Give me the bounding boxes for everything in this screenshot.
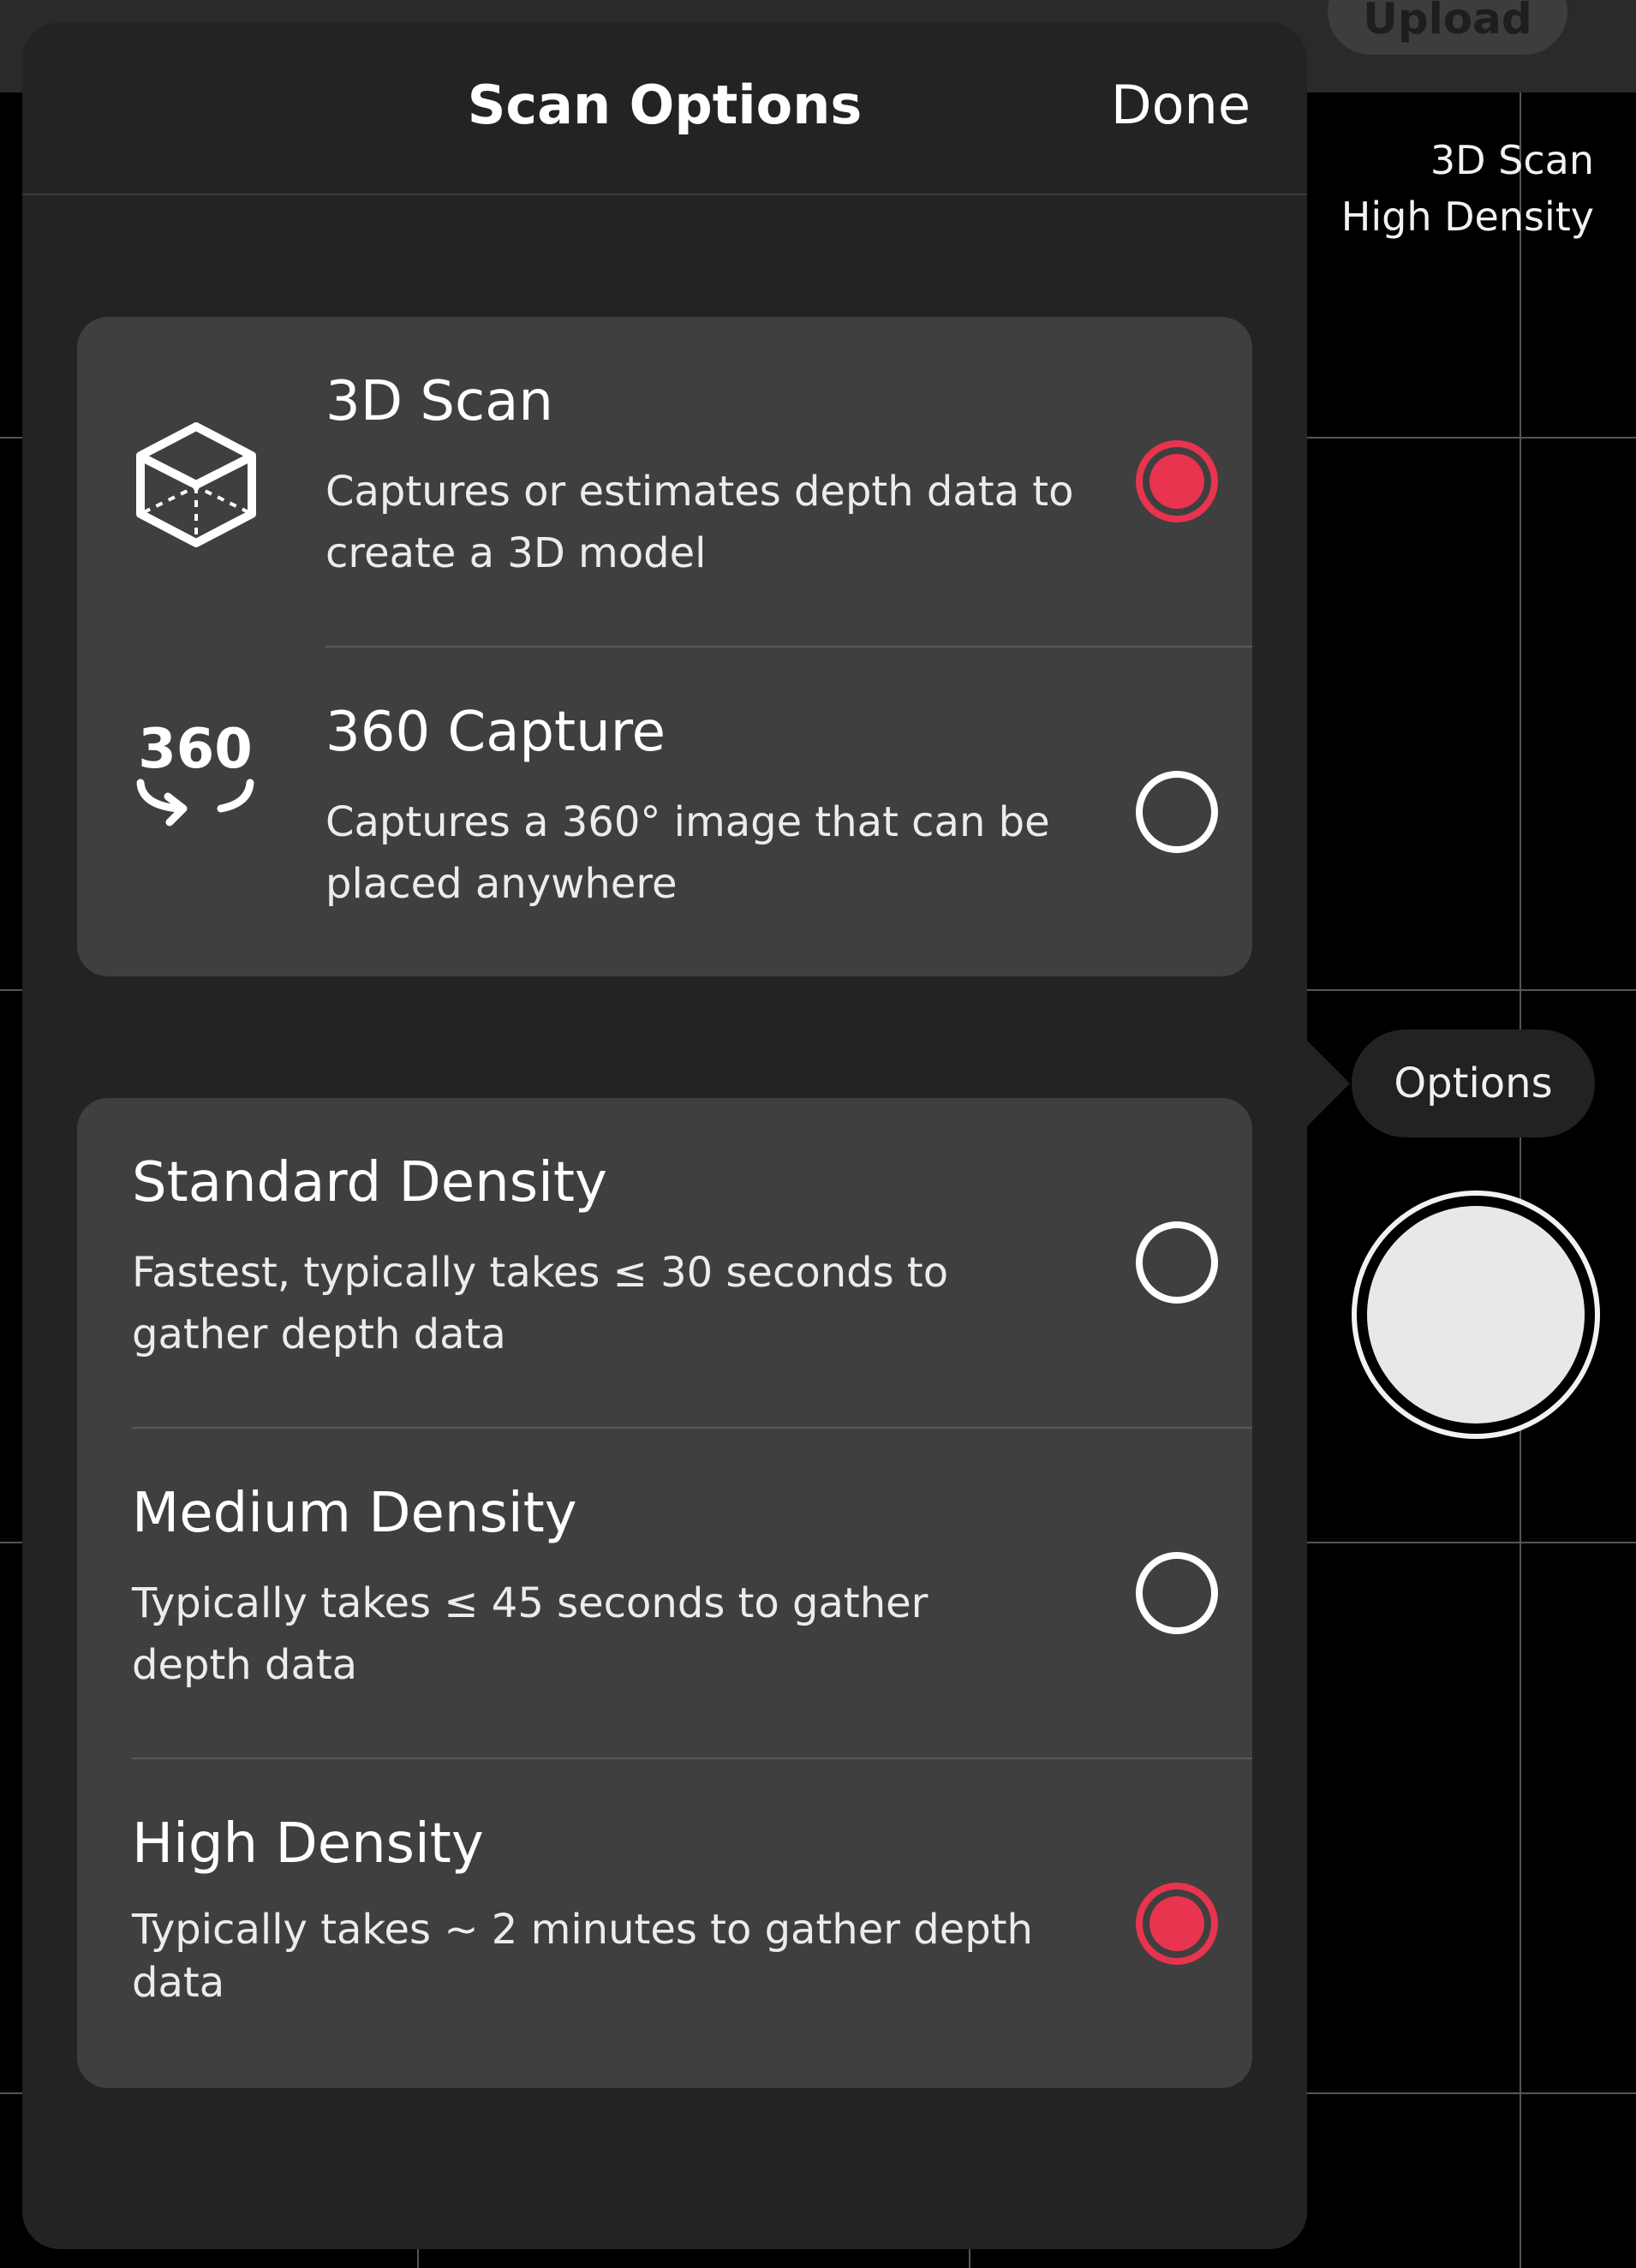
radio-standard-density[interactable]	[1136, 1221, 1218, 1304]
capture-type-card: 3D Scan Captures or estimates depth data…	[77, 317, 1252, 976]
radio-selected-dot	[1149, 1566, 1204, 1620]
shutter-button-inner	[1367, 1206, 1585, 1423]
radio-medium-density[interactable]	[1136, 1552, 1218, 1634]
scan-options-popover: Scan Options Done 3D Scan Captures or es…	[22, 22, 1307, 2249]
current-mode-type: 3D Scan	[1430, 137, 1594, 183]
upload-button[interactable]: Upload	[1328, 0, 1567, 55]
popover-header: Scan Options Done	[22, 22, 1307, 195]
radio-3d-scan[interactable]	[1136, 440, 1218, 522]
done-button[interactable]: Done	[1111, 74, 1251, 136]
option-title: High Density	[132, 1812, 484, 1876]
option-description: Fastest, typically takes ≤ 30 seconds to…	[132, 1249, 949, 1358]
option-medium-density[interactable]: Medium Density Typically takes ≤ 45 seco…	[77, 1429, 1252, 1758]
option-standard-density[interactable]: Standard Density Fastest, typically take…	[77, 1098, 1252, 1428]
shutter-button[interactable]	[1352, 1191, 1600, 1439]
option-title: 3D Scan	[325, 370, 553, 433]
density-card: Standard Density Fastest, typically take…	[77, 1098, 1252, 2088]
cube-icon	[136, 422, 256, 547]
option-description: Captures a 360° image that can be placed…	[325, 798, 1050, 908]
option-title: 360 Capture	[325, 701, 666, 764]
option-3d-scan[interactable]: 3D Scan Captures or estimates depth data…	[77, 317, 1252, 647]
radio-selected-dot	[1149, 785, 1204, 839]
option-description: Captures or estimates depth data to crea…	[325, 468, 1074, 577]
option-title: Standard Density	[132, 1151, 607, 1215]
current-mode-label: 3D Scan High Density	[1341, 132, 1594, 245]
grid-line	[1520, 93, 1521, 2268]
360-icon-text: 360	[138, 718, 253, 781]
radio-selected-dot	[1149, 1235, 1204, 1290]
radio-360-capture[interactable]	[1136, 771, 1218, 853]
option-high-density[interactable]: High Density Typically takes ~ 2 minutes…	[77, 1759, 1252, 2088]
option-360-capture[interactable]: 360 360 Capture Captures a 360° image th…	[77, 648, 1252, 976]
options-button[interactable]: Options	[1352, 1030, 1595, 1137]
option-description: Typically takes ≤ 45 seconds to gather d…	[132, 1579, 928, 1689]
radio-selected-dot	[1149, 454, 1204, 509]
360-icon: 360	[136, 718, 254, 827]
current-mode-density: High Density	[1340, 194, 1594, 240]
radio-selected-dot	[1149, 1896, 1204, 1951]
option-description: Typically takes ~ 2 minutes to gather de…	[132, 1906, 1033, 2007]
option-title: Medium Density	[132, 1482, 577, 1545]
radio-high-density[interactable]	[1136, 1883, 1218, 1965]
